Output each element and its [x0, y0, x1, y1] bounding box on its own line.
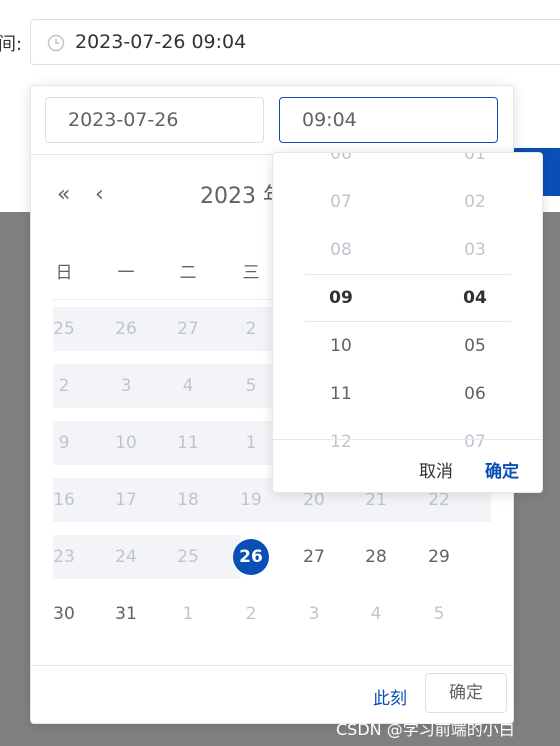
hour-option[interactable]: 09: [311, 288, 371, 308]
weekday-header: 二: [179, 263, 197, 283]
time-footer-divider: [273, 439, 542, 440]
day-cell[interactable]: 11: [168, 423, 208, 463]
weekday-header: 三: [242, 263, 260, 283]
ok-button[interactable]: 确定: [425, 673, 507, 713]
weekday-header: 日: [55, 263, 73, 283]
day-cell[interactable]: 3: [294, 594, 334, 634]
day-cell[interactable]: 18: [168, 480, 208, 520]
minute-option[interactable]: 04: [445, 288, 505, 308]
day-cell[interactable]: 27: [168, 309, 208, 349]
minute-option[interactable]: 06: [445, 384, 505, 404]
time-input[interactable]: 09:04: [279, 97, 498, 143]
day-cell[interactable]: 5: [231, 366, 271, 406]
day-cell-selected[interactable]: 26: [233, 539, 269, 575]
day-cell[interactable]: 28: [356, 537, 396, 577]
day-cell[interactable]: 31: [106, 594, 146, 634]
day-cell[interactable]: 2: [231, 594, 271, 634]
selection-bottom-line: [305, 321, 511, 322]
day-cell[interactable]: 19: [231, 480, 271, 520]
watermark: CSDN @学习前端的小白: [336, 720, 515, 739]
day-cell[interactable]: 2: [44, 366, 84, 406]
day-cell[interactable]: 4: [356, 594, 396, 634]
minute-option[interactable]: 05: [445, 336, 505, 356]
day-cell[interactable]: 10: [106, 423, 146, 463]
day-cell[interactable]: 9: [44, 423, 84, 463]
minute-option[interactable]: 02: [445, 192, 505, 212]
day-cell[interactable]: 1: [168, 594, 208, 634]
day-cell[interactable]: 2: [231, 309, 271, 349]
minute-option[interactable]: 01: [445, 153, 505, 164]
day-cell[interactable]: 25: [168, 537, 208, 577]
day-cell[interactable]: 5: [419, 594, 459, 634]
time-spinner-panel: 06 07 08 09 10 11 12 01 02 03 04 05 06 07 取消 确定: [272, 152, 543, 493]
datetime-input[interactable]: 2023-07-26 09:04: [30, 19, 560, 65]
date-input[interactable]: 2023-07-26: [45, 97, 264, 143]
hour-option[interactable]: 06: [311, 153, 371, 164]
field-label: 间:: [0, 34, 23, 55]
hour-option[interactable]: 10: [311, 336, 371, 356]
datetime-input-value: 2023-07-26 09:04: [75, 31, 247, 53]
minute-option[interactable]: 07: [445, 432, 505, 452]
day-cell[interactable]: 24: [106, 537, 146, 577]
time-confirm-button[interactable]: 确定: [485, 457, 519, 482]
hour-option[interactable]: 11: [311, 384, 371, 404]
selection-top-line: [305, 274, 511, 275]
weekday-header: 一: [117, 263, 135, 283]
now-button[interactable]: 此刻: [373, 684, 407, 709]
day-cell[interactable]: 16: [44, 480, 84, 520]
day-cell[interactable]: 30: [44, 594, 84, 634]
footer-divider: [31, 665, 513, 666]
time-cancel-button[interactable]: 取消: [419, 457, 453, 482]
day-cell[interactable]: 17: [106, 480, 146, 520]
prev-year-button[interactable]: «: [57, 182, 70, 207]
day-cell[interactable]: 27: [294, 537, 334, 577]
clock-icon: [47, 34, 65, 52]
day-cell[interactable]: 26: [106, 309, 146, 349]
day-cell[interactable]: 23: [44, 537, 84, 577]
day-cell[interactable]: 3: [106, 366, 146, 406]
day-cell[interactable]: 29: [419, 537, 459, 577]
hour-option[interactable]: 07: [311, 192, 371, 212]
day-cell[interactable]: 1: [231, 423, 271, 463]
day-cell[interactable]: 25: [44, 309, 84, 349]
hour-option[interactable]: 08: [311, 240, 371, 260]
day-cell[interactable]: 4: [168, 366, 208, 406]
prev-month-button[interactable]: ‹: [95, 182, 104, 207]
minute-option[interactable]: 03: [445, 240, 505, 260]
hour-option[interactable]: 12: [311, 432, 371, 452]
